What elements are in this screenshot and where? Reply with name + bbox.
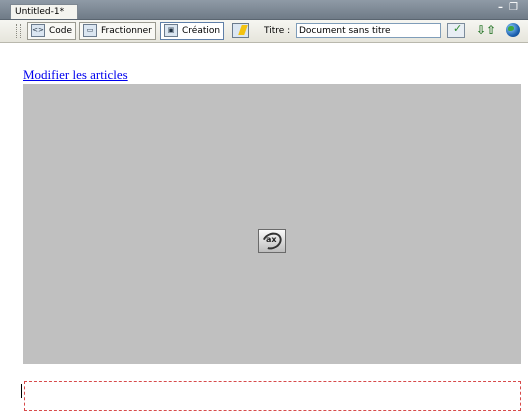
document-toolbar: <> Code ▭ Fractionner ▣ Création Titre :… [0, 20, 528, 43]
preview-browser-icon[interactable] [506, 23, 520, 37]
validate-markup-icon[interactable] [447, 22, 465, 38]
text-cursor [21, 384, 22, 398]
split-view-button[interactable]: ▭ Fractionner [79, 22, 156, 40]
design-canvas[interactable]: Modifier les articles ax [0, 43, 528, 411]
plugin-label: ax [266, 235, 277, 244]
split-view-label: Fractionner [101, 26, 152, 36]
live-view-icon[interactable] [232, 23, 249, 38]
design-icon: ▣ [164, 24, 178, 37]
code-icon: <> [31, 24, 45, 37]
div-outline-region[interactable] [24, 381, 521, 411]
activex-plugin-icon: ax [258, 229, 286, 253]
split-icon: ▭ [83, 24, 97, 37]
document-title-bar: Untitled-1* –❐ [0, 0, 528, 20]
restore-icon[interactable]: ❐ [509, 2, 524, 13]
file-transfer-icon[interactable]: ⇩⇧ [476, 23, 496, 38]
document-title-input[interactable] [296, 23, 441, 38]
title-label: Titre : [264, 26, 291, 36]
minimize-icon[interactable]: – [498, 2, 509, 13]
design-view-button[interactable]: ▣ Création [160, 22, 225, 40]
design-view-label: Création [182, 26, 221, 36]
document-tab-label: Untitled-1* [15, 7, 65, 17]
code-view-label: Code [49, 26, 73, 36]
edit-articles-link[interactable]: Modifier les articles [23, 67, 128, 83]
document-tab[interactable]: Untitled-1* [10, 4, 78, 19]
window-controls: –❐ [498, 2, 524, 13]
toolbar-grip[interactable] [16, 24, 21, 38]
plugin-placeholder[interactable]: ax [23, 84, 521, 364]
code-view-button[interactable]: <> Code [27, 22, 77, 40]
